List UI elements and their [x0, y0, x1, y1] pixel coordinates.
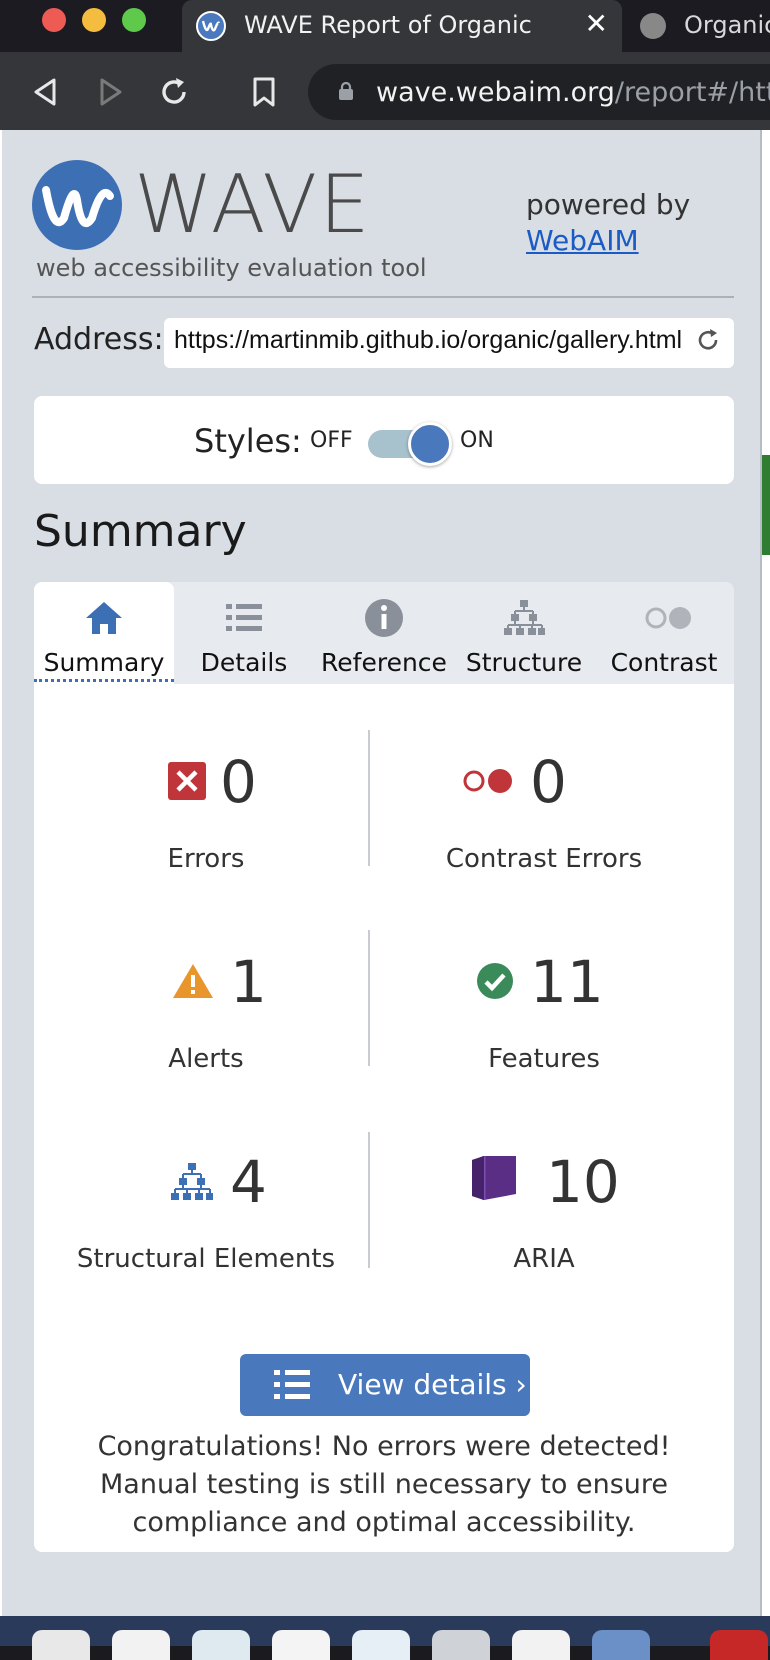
- styles-label: Styles:: [194, 422, 302, 460]
- tab-label: Summary: [34, 648, 174, 682]
- tab-details[interactable]: Details: [174, 582, 314, 684]
- forward-icon[interactable]: [90, 72, 130, 112]
- tab-title: WAVE Report of Organic: [244, 11, 532, 39]
- browser-toolbar: wave.webaim.org/report#/http: [0, 52, 770, 130]
- contrast-icon: [645, 607, 691, 629]
- maximize-window-button[interactable]: [122, 8, 146, 32]
- tab-label: Contrast: [610, 648, 718, 677]
- wave-favicon-icon: [196, 11, 226, 41]
- address-bar[interactable]: wave.webaim.org/report#/http: [308, 64, 770, 120]
- aria-label: ARIA: [513, 1244, 575, 1274]
- contrast-error-icon: [463, 769, 512, 793]
- structural-elements-stat[interactable]: 4 Structural Elements: [46, 1140, 366, 1300]
- features-count: 11: [530, 948, 604, 1016]
- structural-label: Structural Elements: [76, 1244, 336, 1274]
- address-input[interactable]: [174, 326, 692, 355]
- close-tab-icon[interactable]: ✕: [585, 8, 608, 40]
- alerts-stat[interactable]: 1 Alerts: [46, 940, 366, 1100]
- hierarchy-icon: [504, 600, 545, 635]
- url-path: /report#/http: [614, 77, 770, 108]
- error-icon: [168, 762, 206, 800]
- divider: [368, 730, 370, 866]
- errors-label: Errors: [167, 844, 245, 874]
- page-viewport: WAVE web accessibility evaluation tool p…: [0, 130, 770, 1616]
- divider: [368, 1132, 370, 1268]
- features-label: Features: [488, 1044, 600, 1074]
- webaim-link[interactable]: WebAIM: [526, 224, 639, 257]
- lock-icon: [339, 82, 353, 100]
- wave-logo-icon: [32, 160, 122, 250]
- styles-off-label: OFF: [310, 428, 353, 453]
- tab-title: Organic: [684, 11, 770, 39]
- styles-on-label: ON: [460, 428, 494, 453]
- page-title: Summary: [34, 506, 247, 557]
- view-details-label: View details ›: [338, 1368, 527, 1401]
- dock-app-icon[interactable]: [192, 1630, 250, 1660]
- close-window-button[interactable]: [42, 8, 66, 32]
- minimize-window-button[interactable]: [82, 8, 106, 32]
- contrast-errors-count: 0: [530, 748, 567, 816]
- tab-label: Reference: [321, 648, 447, 677]
- address-field[interactable]: [164, 318, 734, 368]
- dock-app-icon[interactable]: [272, 1630, 330, 1660]
- dock: [0, 1616, 770, 1660]
- powered-by-text: powered by: [526, 188, 691, 221]
- wave-sidebar-panel: WAVE web accessibility evaluation tool p…: [2, 130, 762, 1616]
- dock-app-icon[interactable]: [592, 1630, 650, 1660]
- wave-logo-text: WAVE: [134, 158, 372, 251]
- tab-reference[interactable]: Reference: [314, 582, 454, 684]
- bookmark-icon[interactable]: [244, 72, 284, 112]
- tab-label: Structure: [465, 648, 583, 677]
- tab-summary[interactable]: Summary: [34, 582, 174, 684]
- url-text: wave.webaim.org/report#/http: [376, 77, 770, 108]
- list-icon: [274, 1370, 310, 1399]
- page-green-strip: [762, 455, 770, 555]
- tagline: web accessibility evaluation tool: [36, 254, 427, 282]
- contrast-errors-stat[interactable]: 0 Contrast Errors: [384, 740, 704, 900]
- view-details-button[interactable]: View details ›: [240, 1354, 530, 1416]
- page-edge: [762, 130, 770, 1616]
- alerts-count: 1: [230, 948, 267, 1016]
- alert-icon: [173, 964, 213, 998]
- list-icon: [226, 604, 262, 631]
- address-label: Address:: [34, 322, 164, 357]
- aria-stat[interactable]: 10 ARIA: [384, 1140, 704, 1300]
- url-host: wave.webaim.org: [376, 77, 615, 108]
- reload-report-icon[interactable]: [694, 326, 722, 361]
- structural-count: 4: [230, 1148, 267, 1216]
- summary-content: 0 Errors 0 Contrast Errors 1 Alerts 11 F…: [34, 684, 734, 1552]
- errors-stat[interactable]: 0 Errors: [46, 740, 366, 900]
- browser-tab-organic[interactable]: Organic: [622, 0, 770, 52]
- home-icon: [86, 602, 122, 634]
- dock-app-icon[interactable]: [432, 1630, 490, 1660]
- feature-check-icon: [477, 963, 513, 999]
- tab-structure[interactable]: Structure: [454, 582, 594, 684]
- info-icon: [365, 599, 403, 637]
- result-message: Congratulations! No errors were detected…: [97, 1431, 671, 1538]
- alerts-label: Alerts: [168, 1044, 244, 1074]
- contrast-errors-label: Contrast Errors: [445, 844, 643, 874]
- dock-app-icon[interactable]: [112, 1630, 170, 1660]
- dock-app-icon[interactable]: [512, 1630, 570, 1660]
- styles-toggle-card: Styles: OFF ON: [34, 396, 734, 484]
- divider: [32, 296, 734, 298]
- reload-icon[interactable]: [154, 72, 194, 112]
- browser-tab-active[interactable]: WAVE Report of Organic ✕: [182, 0, 622, 52]
- divider: [368, 930, 370, 1066]
- back-icon[interactable]: [26, 72, 66, 112]
- dock-app-icon[interactable]: [32, 1630, 90, 1660]
- aria-icon: [472, 1156, 516, 1200]
- tab-label: Details: [200, 648, 288, 677]
- dock-app-icon[interactable]: [710, 1630, 768, 1660]
- features-stat[interactable]: 11 Features: [384, 940, 704, 1100]
- dock-app-icon[interactable]: [352, 1630, 410, 1660]
- aria-count: 10: [546, 1148, 620, 1216]
- styles-toggle-knob[interactable]: [408, 422, 452, 466]
- report-tabs: Summary Details Reference Structure Cont…: [34, 582, 734, 684]
- browser-tab-bar: WAVE Report of Organic ✕ Organic: [0, 0, 770, 52]
- errors-count: 0: [220, 748, 257, 816]
- globe-icon: [640, 13, 666, 39]
- tab-contrast[interactable]: Contrast: [594, 582, 734, 684]
- structure-icon: [171, 1163, 213, 1200]
